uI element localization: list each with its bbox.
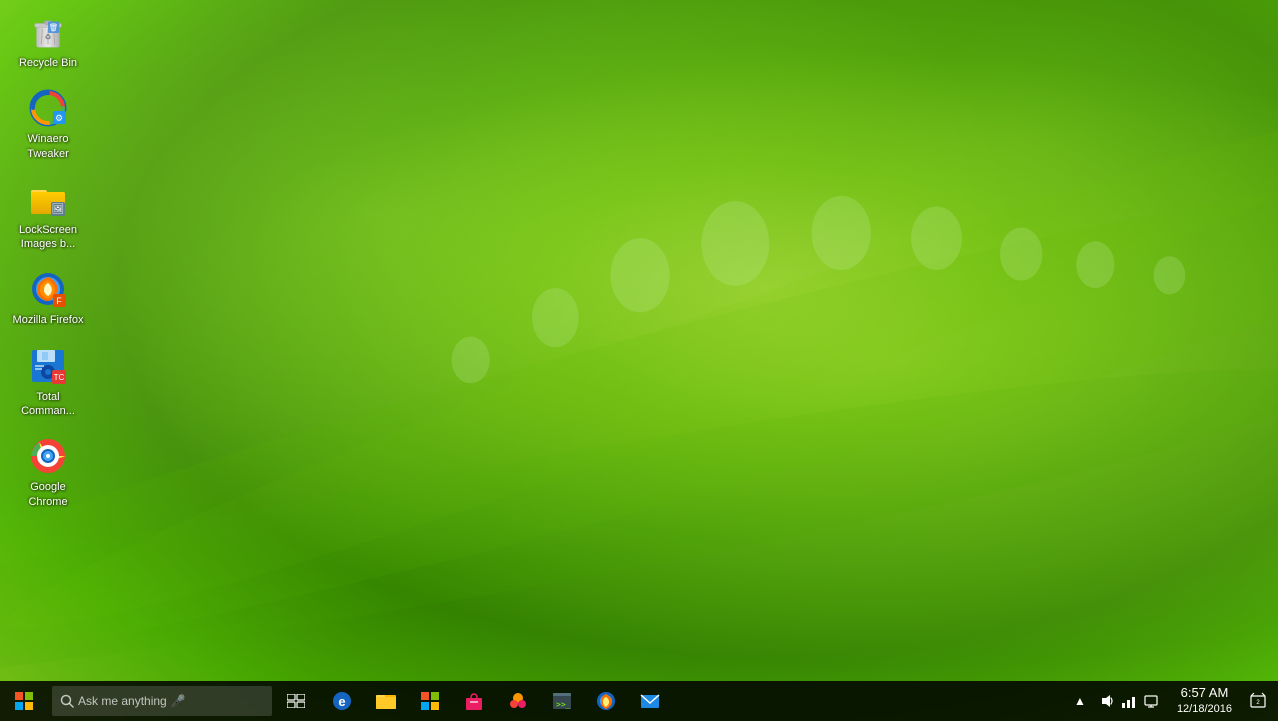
total-commander-label: Total Comman... [12, 390, 84, 419]
chrome-image [28, 436, 68, 476]
firefox-image: F [28, 269, 68, 309]
taskbar-app-icons: e [320, 681, 672, 721]
winaero-image: ⚙ [28, 88, 68, 128]
firefox-label: Mozilla Firefox [13, 313, 84, 327]
taskbar: Ask me anything 🎤 e [0, 681, 1278, 721]
svg-text:🗑: 🗑 [49, 23, 59, 32]
svg-text:e: e [338, 694, 345, 709]
taskbar-app6[interactable] [496, 681, 540, 721]
svg-text:>>_: >>_ [556, 700, 571, 709]
lockscreen-images-icon[interactable]: 🖼 LockScreen Images b... [8, 175, 88, 256]
system-tray: ▲ [1069, 681, 1278, 721]
tray-speakers-icon[interactable] [1141, 691, 1161, 711]
tray-volume-icon[interactable] [1097, 691, 1117, 711]
winaero-label: Winaero Tweaker [12, 132, 84, 161]
desktop: ♻ 🗑 Recycle Bin [0, 0, 1278, 721]
start-button[interactable] [0, 681, 48, 721]
tray-icons [1091, 691, 1167, 711]
svg-text:F: F [56, 296, 62, 306]
taskbar-store[interactable] [408, 681, 452, 721]
task-view-button[interactable] [276, 681, 316, 721]
chrome-label: Google Chrome [12, 480, 84, 509]
lockscreen-label: LockScreen Images b... [12, 223, 84, 252]
search-bar[interactable]: Ask me anything 🎤 [52, 686, 272, 716]
total-commander-image: TC [28, 346, 68, 386]
taskbar-edge[interactable]: e [320, 681, 364, 721]
system-clock[interactable]: 6:57 AM 12/18/2016 [1167, 681, 1242, 721]
search-placeholder: Ask me anything [78, 694, 167, 708]
winaero-tweaker-icon[interactable]: ⚙ Winaero Tweaker [8, 84, 88, 165]
total-commander-icon[interactable]: TC Total Comman... [8, 342, 88, 423]
lockscreen-image: 🖼 [28, 179, 68, 219]
recycle-bin-label: Recycle Bin [19, 56, 77, 70]
tray-network-icon[interactable] [1119, 691, 1139, 711]
clock-date: 12/18/2016 [1177, 702, 1232, 716]
taskbar-app5[interactable] [452, 681, 496, 721]
recycle-bin-image: ♻ 🗑 [28, 12, 68, 52]
taskbar-firefox[interactable] [584, 681, 628, 721]
svg-text:♻: ♻ [45, 33, 52, 42]
taskbar-mail[interactable] [628, 681, 672, 721]
svg-text:🖼: 🖼 [52, 203, 65, 215]
svg-text:⚙: ⚙ [55, 113, 63, 123]
recycle-bin-icon[interactable]: ♻ 🗑 Recycle Bin [8, 8, 88, 74]
firefox-icon[interactable]: F Mozilla Firefox [8, 265, 88, 331]
google-chrome-icon[interactable]: Google Chrome [8, 432, 88, 513]
notifications-button[interactable]: 2 [1242, 681, 1274, 721]
clock-time: 6:57 AM [1181, 685, 1229, 702]
taskbar-file-explorer[interactable] [364, 681, 408, 721]
svg-text:TC: TC [54, 373, 65, 382]
tray-expand-button[interactable]: ▲ [1069, 694, 1091, 708]
microphone-icon[interactable]: 🎤 [171, 694, 186, 708]
desktop-icons: ♻ 🗑 Recycle Bin [0, 0, 96, 521]
svg-text:2: 2 [1256, 700, 1260, 706]
taskbar-terminal[interactable]: >>_ [540, 681, 584, 721]
